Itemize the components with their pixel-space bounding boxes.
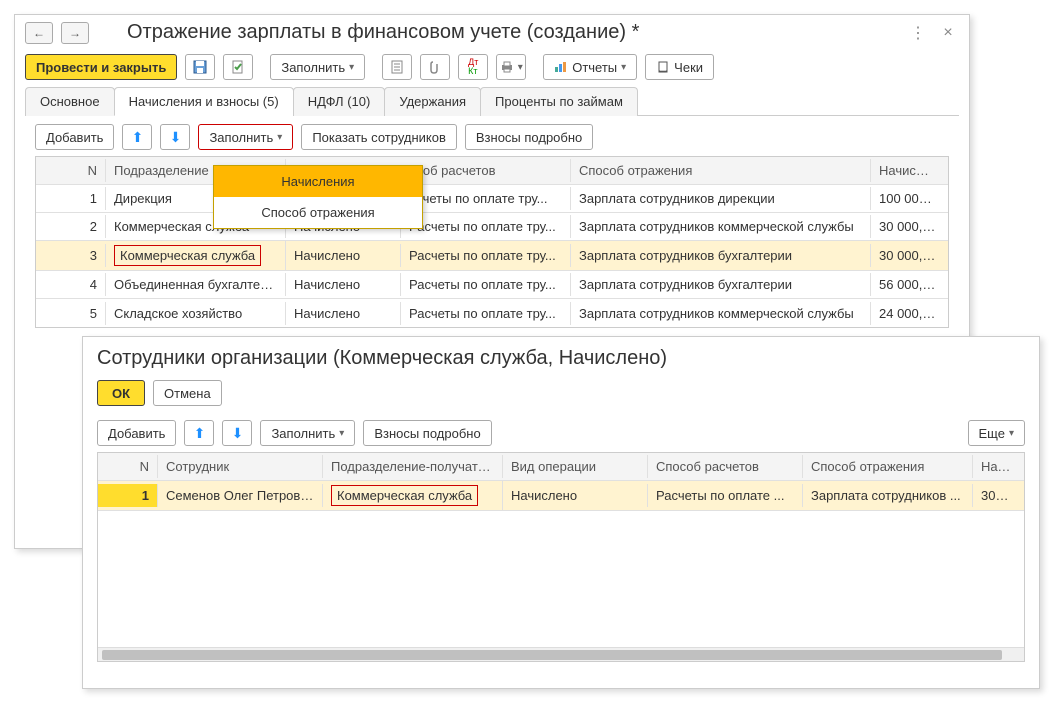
employees-table: N Сотрудник Подразделение-получатель Вид…	[97, 452, 1025, 662]
horizontal-scrollbar[interactable]	[98, 647, 1024, 661]
table-row[interactable]: 5 Складское хозяйство Начислено Расчеты …	[36, 299, 948, 327]
table-header: N Сотрудник Подразделение-получатель Вид…	[98, 453, 1024, 481]
chart-icon	[554, 61, 568, 73]
tab-accruals[interactable]: Начисления и взносы (5)	[114, 87, 294, 116]
col-calc-method[interactable]: особ расчетов	[401, 159, 571, 182]
more-button[interactable]: Еще	[968, 420, 1025, 446]
kebab-menu-icon[interactable]: ⋮	[907, 22, 929, 44]
window-title: Отражение зарплаты в финансовом учете (с…	[97, 21, 899, 44]
fill-dropdown-menu: Начисления Способ отражения	[213, 165, 423, 229]
post-and-close-button[interactable]: Провести и закрыть	[25, 54, 177, 80]
scrollbar-thumb[interactable]	[102, 650, 1002, 660]
col-reflection[interactable]: Способ отражения	[571, 159, 871, 182]
tab-main[interactable]: Основное	[25, 87, 115, 116]
show-employees-button[interactable]: Показать сотрудников	[301, 124, 457, 150]
reports-button[interactable]: Отчеты	[543, 54, 637, 80]
document-check-icon	[231, 60, 245, 74]
paperclip-icon	[428, 60, 442, 74]
dialog-title: Сотрудники организации (Коммерческая слу…	[83, 337, 1039, 374]
post-button[interactable]	[223, 54, 253, 80]
accruals-table: N Подразделение особ расчетов Способ отр…	[35, 156, 949, 328]
print-button[interactable]	[496, 54, 526, 80]
col-amount[interactable]: Начислено	[871, 159, 948, 182]
dialog-add-button[interactable]: Добавить	[97, 420, 176, 446]
fill-menu-reflection[interactable]: Способ отражения	[214, 197, 422, 228]
nav-forward-button[interactable]: →	[61, 22, 89, 44]
move-up-button[interactable]: ⬆	[122, 124, 152, 150]
receipts-button[interactable]: Чеки	[645, 54, 714, 80]
ok-button[interactable]: ОК	[97, 380, 145, 406]
dialog-toolbar: Добавить ⬆ ⬇ Заполнить Взносы подробно Е…	[83, 412, 1039, 452]
dialog-contrib-detail-button[interactable]: Взносы подробно	[363, 420, 491, 446]
contrib-detail-button[interactable]: Взносы подробно	[465, 124, 593, 150]
col-reflection[interactable]: Способ отражения	[803, 455, 973, 478]
col-recipient-dept[interactable]: Подразделение-получатель	[323, 455, 503, 478]
dtkt-button[interactable]: ДтКт	[458, 54, 488, 80]
table-header: N Подразделение особ расчетов Способ отр…	[36, 157, 948, 185]
table-row[interactable]: 1 Семенов Олег Петрович Коммерческая слу…	[98, 481, 1024, 511]
printer-icon	[500, 61, 514, 73]
grid-fill-button[interactable]: Заполнить	[198, 124, 293, 150]
grid-toolbar: Добавить ⬆ ⬇ Заполнить Показать сотрудни…	[15, 116, 969, 156]
document-icon-button[interactable]	[382, 54, 412, 80]
move-down-button[interactable]: ⬇	[160, 124, 190, 150]
table-row[interactable]: 4 Объединенная бухгалтерия Начислено Рас…	[36, 271, 948, 299]
floppy-icon	[193, 60, 207, 74]
fill-button[interactable]: Заполнить	[270, 54, 365, 80]
tab-ndfl[interactable]: НДФЛ (10)	[293, 87, 386, 116]
titlebar: ← → Отражение зарплаты в финансовом учет…	[15, 15, 969, 48]
dialog-fill-button[interactable]: Заполнить	[260, 420, 355, 446]
receipt-icon	[656, 61, 670, 73]
main-toolbar: Провести и закрыть Заполнить ДтКт Отчеты	[15, 48, 969, 86]
close-icon[interactable]: ×	[937, 22, 959, 44]
col-n[interactable]: N	[98, 455, 158, 478]
col-operation[interactable]: Вид операции	[503, 455, 648, 478]
col-n[interactable]: N	[36, 159, 106, 182]
add-button[interactable]: Добавить	[35, 124, 114, 150]
col-amount[interactable]: Начислено	[973, 455, 1024, 478]
cancel-button[interactable]: Отмена	[153, 380, 222, 406]
save-button[interactable]	[185, 54, 215, 80]
dialog-actions: ОК Отмена	[83, 374, 1039, 412]
table-row[interactable]: 1 Дирекция асчеты по оплате тру... Зарпл…	[36, 185, 948, 213]
col-employee[interactable]: Сотрудник	[158, 455, 323, 478]
arrow-down-icon: ⬇	[232, 425, 244, 442]
tab-deductions[interactable]: Удержания	[384, 87, 481, 116]
col-calc-method[interactable]: Способ расчетов	[648, 455, 803, 478]
attach-button[interactable]	[420, 54, 450, 80]
tabs: Основное Начисления и взносы (5) НДФЛ (1…	[25, 86, 959, 116]
dialog-move-down-button[interactable]: ⬇	[222, 420, 252, 446]
arrow-up-icon: ⬆	[132, 129, 144, 146]
arrow-up-icon: ⬆	[194, 425, 206, 442]
dialog-move-up-button[interactable]: ⬆	[184, 420, 214, 446]
table-row[interactable]: 2 Коммерческая служба Начислено Расчеты …	[36, 213, 948, 241]
nav-back-button[interactable]: ←	[25, 22, 53, 44]
tab-loans[interactable]: Проценты по займам	[480, 87, 638, 116]
table-row[interactable]: 3 Коммерческая служба Начислено Расчеты …	[36, 241, 948, 271]
department-cell-framed: Коммерческая служба	[331, 485, 478, 506]
document-icon	[391, 60, 403, 74]
arrow-down-icon: ⬇	[170, 129, 182, 146]
dtkt-icon: ДтКт	[468, 58, 478, 76]
department-cell-framed: Коммерческая служба	[114, 245, 261, 266]
fill-menu-accruals[interactable]: Начисления	[214, 166, 422, 197]
employees-dialog: Сотрудники организации (Коммерческая слу…	[82, 336, 1040, 689]
